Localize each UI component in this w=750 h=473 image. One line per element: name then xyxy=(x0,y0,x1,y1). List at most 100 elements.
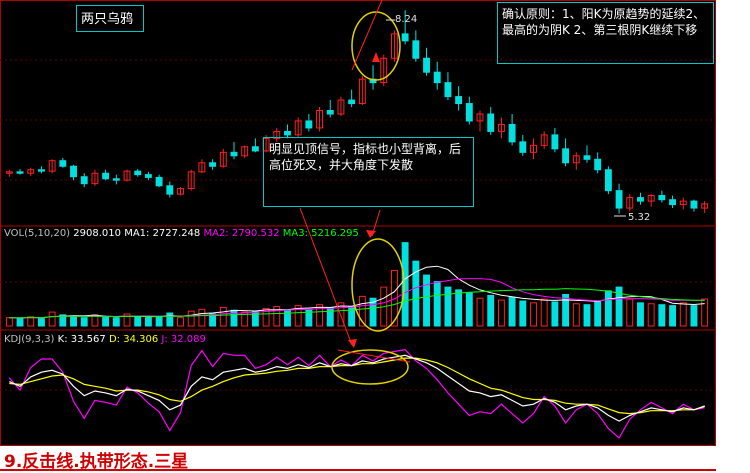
candlestick xyxy=(209,162,217,167)
candlestick xyxy=(487,113,495,132)
candlestick xyxy=(594,158,602,171)
candlestick xyxy=(401,33,409,42)
volume-bar xyxy=(166,312,174,327)
volume-bar xyxy=(70,315,77,327)
volume-legend: VOL(5,10,20) 2908.010 MA1: 2727.248 MA2:… xyxy=(4,228,359,239)
candlestick xyxy=(412,40,420,59)
volume-bar xyxy=(219,306,227,327)
volume-ma3: MA3: 5216.295 xyxy=(282,228,359,239)
volume-label: VOL(5,10,20) xyxy=(4,228,71,239)
volume-bar xyxy=(144,317,152,327)
volume-bar xyxy=(583,304,591,327)
volume-bar xyxy=(177,317,184,327)
volume-bar xyxy=(594,301,602,327)
candlestick xyxy=(326,110,334,115)
volume-bar xyxy=(465,292,473,327)
volume-bar xyxy=(562,294,570,327)
volume-ellipse xyxy=(351,238,405,332)
candlestick xyxy=(102,172,110,180)
candlestick xyxy=(284,130,291,136)
kdj-d-value: D: 34.306 xyxy=(108,334,159,345)
volume-bar xyxy=(658,304,666,327)
volume-bar xyxy=(455,289,463,327)
candlestick xyxy=(690,200,698,209)
candlestick xyxy=(348,99,356,105)
volume-bar xyxy=(112,317,120,327)
volume-bar xyxy=(572,303,580,327)
kdj-label: KDJ(9,3,3) xyxy=(4,334,55,345)
volume-bar xyxy=(551,301,559,327)
volume-bar xyxy=(80,317,88,327)
volume-ma2: MA2: 2790.532 xyxy=(203,228,280,239)
volume-bar xyxy=(155,315,163,327)
arrow-head xyxy=(348,339,357,348)
volume-bar xyxy=(198,308,206,327)
volume-bar xyxy=(37,318,45,327)
candlestick xyxy=(70,165,77,178)
volume-bar xyxy=(27,316,35,327)
volume-bar xyxy=(476,297,484,327)
volume-bar xyxy=(102,316,110,327)
stock-name-box: 两只乌鸦 xyxy=(76,5,144,32)
volume-bar xyxy=(690,305,698,327)
signal-note-box: 明显见顶信号，指标也小型背离，后高位死叉，并大角度下发散 xyxy=(263,137,474,207)
volume-bar xyxy=(423,274,430,327)
candlestick xyxy=(80,176,88,185)
top-ellipse xyxy=(351,11,401,81)
caption-underline xyxy=(0,469,716,471)
candlestick xyxy=(669,199,677,206)
candlestick xyxy=(59,160,67,167)
arrow-head xyxy=(366,230,376,238)
candlestick xyxy=(16,171,24,174)
volume-bar xyxy=(497,299,505,327)
kdj-j-value: J: 32.089 xyxy=(161,334,206,345)
kdj-d-line xyxy=(9,357,705,415)
volume-bar xyxy=(637,302,644,327)
volume-bar xyxy=(519,300,527,327)
volume-bar xyxy=(251,310,259,327)
volume-bar xyxy=(604,290,612,327)
volume-bar xyxy=(647,303,655,327)
candlestick xyxy=(230,151,238,157)
candlestick xyxy=(433,71,441,84)
candlestick xyxy=(37,169,45,172)
volume-ma1: MA1: 2727.248 xyxy=(124,228,201,239)
volume-bar xyxy=(326,306,334,327)
candlestick xyxy=(112,178,120,181)
arrow-head xyxy=(372,52,380,62)
candlestick xyxy=(658,195,666,201)
candlestick xyxy=(423,57,430,73)
price-low-label: 5.32 xyxy=(628,212,651,223)
volume-bar xyxy=(669,305,677,327)
price-high-label: 8.24 xyxy=(395,14,418,25)
volume-bar xyxy=(530,302,537,327)
kdj-k-value: K: 33.567 xyxy=(57,334,106,345)
candlestick xyxy=(444,82,452,98)
candlestick xyxy=(251,146,259,152)
candlestick xyxy=(615,190,623,209)
candlestick xyxy=(604,169,612,192)
candlestick xyxy=(637,197,644,202)
volume-bar xyxy=(679,302,687,327)
volume-bar xyxy=(230,309,238,327)
candlestick xyxy=(166,185,174,195)
volume-bar xyxy=(444,286,452,327)
candlestick xyxy=(519,141,527,153)
candlestick xyxy=(562,148,570,164)
candlestick xyxy=(551,134,559,150)
volume-value: 2908.010 xyxy=(73,228,121,239)
volume-bar xyxy=(401,242,409,327)
volume-bar xyxy=(16,317,24,327)
kdj-legend: KDJ(9,3,3) K: 33.567 D: 34.306 J: 32.089 xyxy=(4,334,206,345)
rule-note-box: 确认原则：1、阳K为原趋势的延续2、最高的为阴K 2、第三根阴K继续下移 xyxy=(497,2,714,64)
candlestick xyxy=(583,155,591,160)
candlestick xyxy=(455,96,463,105)
candlestick xyxy=(305,120,313,129)
volume-bar xyxy=(48,311,56,327)
volume-bar xyxy=(433,281,441,327)
candlestick xyxy=(508,123,516,143)
stock-chart[interactable] xyxy=(0,0,716,446)
candlestick xyxy=(144,174,152,178)
candlestick xyxy=(465,103,473,122)
volume-bar xyxy=(5,317,13,327)
